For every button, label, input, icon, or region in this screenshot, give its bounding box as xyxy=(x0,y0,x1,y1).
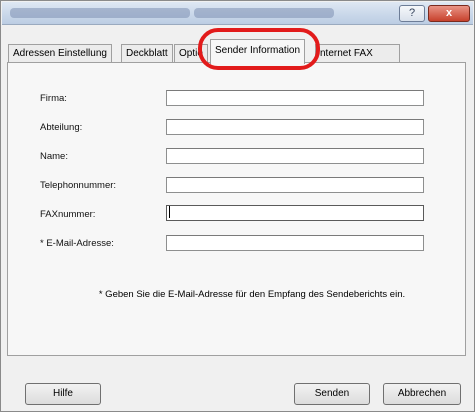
blurred-title-part xyxy=(194,8,334,18)
tab-deckblatt[interactable]: Deckblatt xyxy=(121,44,173,63)
help-title-button[interactable]: ? xyxy=(399,5,425,22)
name-input[interactable] xyxy=(166,148,424,164)
email-input[interactable] xyxy=(166,235,424,251)
abteilung-input[interactable] xyxy=(166,119,424,135)
cancel-button[interactable]: Abbrechen xyxy=(383,383,461,405)
tab-internet-fax[interactable]: nternet FAX xyxy=(315,44,400,63)
send-button[interactable]: Senden xyxy=(294,383,370,405)
blurred-title xyxy=(10,8,190,18)
help-button[interactable]: Hilfe xyxy=(25,383,101,405)
tab-adressen-einstellung[interactable]: Adressen Einstellung xyxy=(8,44,112,63)
telephonnummer-input[interactable] xyxy=(166,177,424,193)
firma-input[interactable] xyxy=(166,90,424,106)
faxnummer-input[interactable] xyxy=(166,205,424,221)
tab-optionen[interactable]: Optio xyxy=(174,44,208,63)
close-title-button[interactable]: x xyxy=(428,5,470,22)
title-bar: ? x xyxy=(2,2,473,25)
tab-sender-information[interactable]: Sender Information xyxy=(210,39,306,64)
